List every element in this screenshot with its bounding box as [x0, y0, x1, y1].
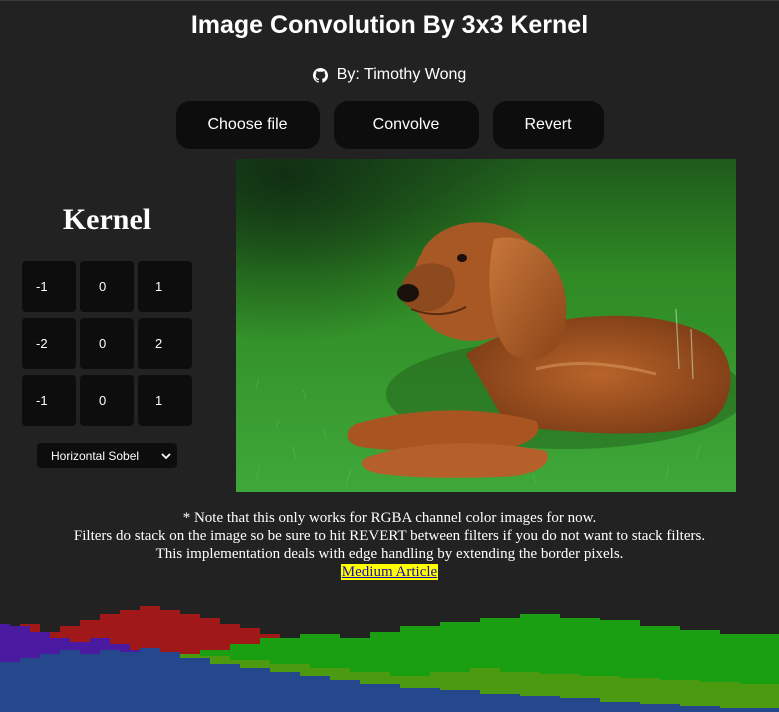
github-icon[interactable]	[312, 67, 328, 83]
kernel-cell-0-2[interactable]: 1	[138, 261, 192, 312]
choose-file-button[interactable]: Choose file	[175, 101, 320, 149]
color-histogram	[0, 606, 779, 712]
medium-article-link[interactable]: Medium Article	[340, 564, 439, 580]
page-title: Image Convolution By 3x3 Kernel	[190, 11, 589, 39]
filter-select[interactable]: Horizontal Sobel	[37, 443, 177, 468]
kernel-grid: -1 0 1 -2 0 2 -1 0 1	[22, 261, 192, 426]
note-edge-handling: This implementation deals with edge hand…	[155, 546, 624, 562]
convolve-button[interactable]: Convolve	[333, 101, 479, 149]
kernel-cell-2-1[interactable]: 0	[80, 375, 134, 426]
kernel-cell-1-0[interactable]: -2	[22, 318, 76, 369]
notes-section: * Note that this only works for RGBA cha…	[0, 509, 779, 581]
kernel-cell-2-0[interactable]: -1	[22, 375, 76, 426]
filter-select-value: Horizontal Sobel	[51, 448, 140, 463]
byline[interactable]: By: Timothy Wong	[0, 66, 779, 84]
kernel-cell-1-2[interactable]: 2	[138, 318, 192, 369]
kernel-cell-1-1[interactable]: 0	[80, 318, 134, 369]
kernel-cell-0-0[interactable]: -1	[22, 261, 76, 312]
top-border	[0, 0, 779, 1]
kernel-heading: Kernel	[62, 203, 152, 236]
note-rgba: * Note that this only works for RGBA cha…	[182, 510, 597, 526]
kernel-cell-0-1[interactable]: 0	[80, 261, 134, 312]
dog-photo	[236, 159, 736, 492]
note-stacking: Filters do stack on the image so be sure…	[73, 528, 706, 544]
chevron-down-icon	[161, 449, 171, 463]
revert-button[interactable]: Revert	[492, 101, 604, 149]
kernel-cell-2-2[interactable]: 1	[138, 375, 192, 426]
toolbar: Choose file Convolve Revert	[0, 101, 779, 149]
author-name: By: Timothy Wong	[336, 66, 467, 83]
